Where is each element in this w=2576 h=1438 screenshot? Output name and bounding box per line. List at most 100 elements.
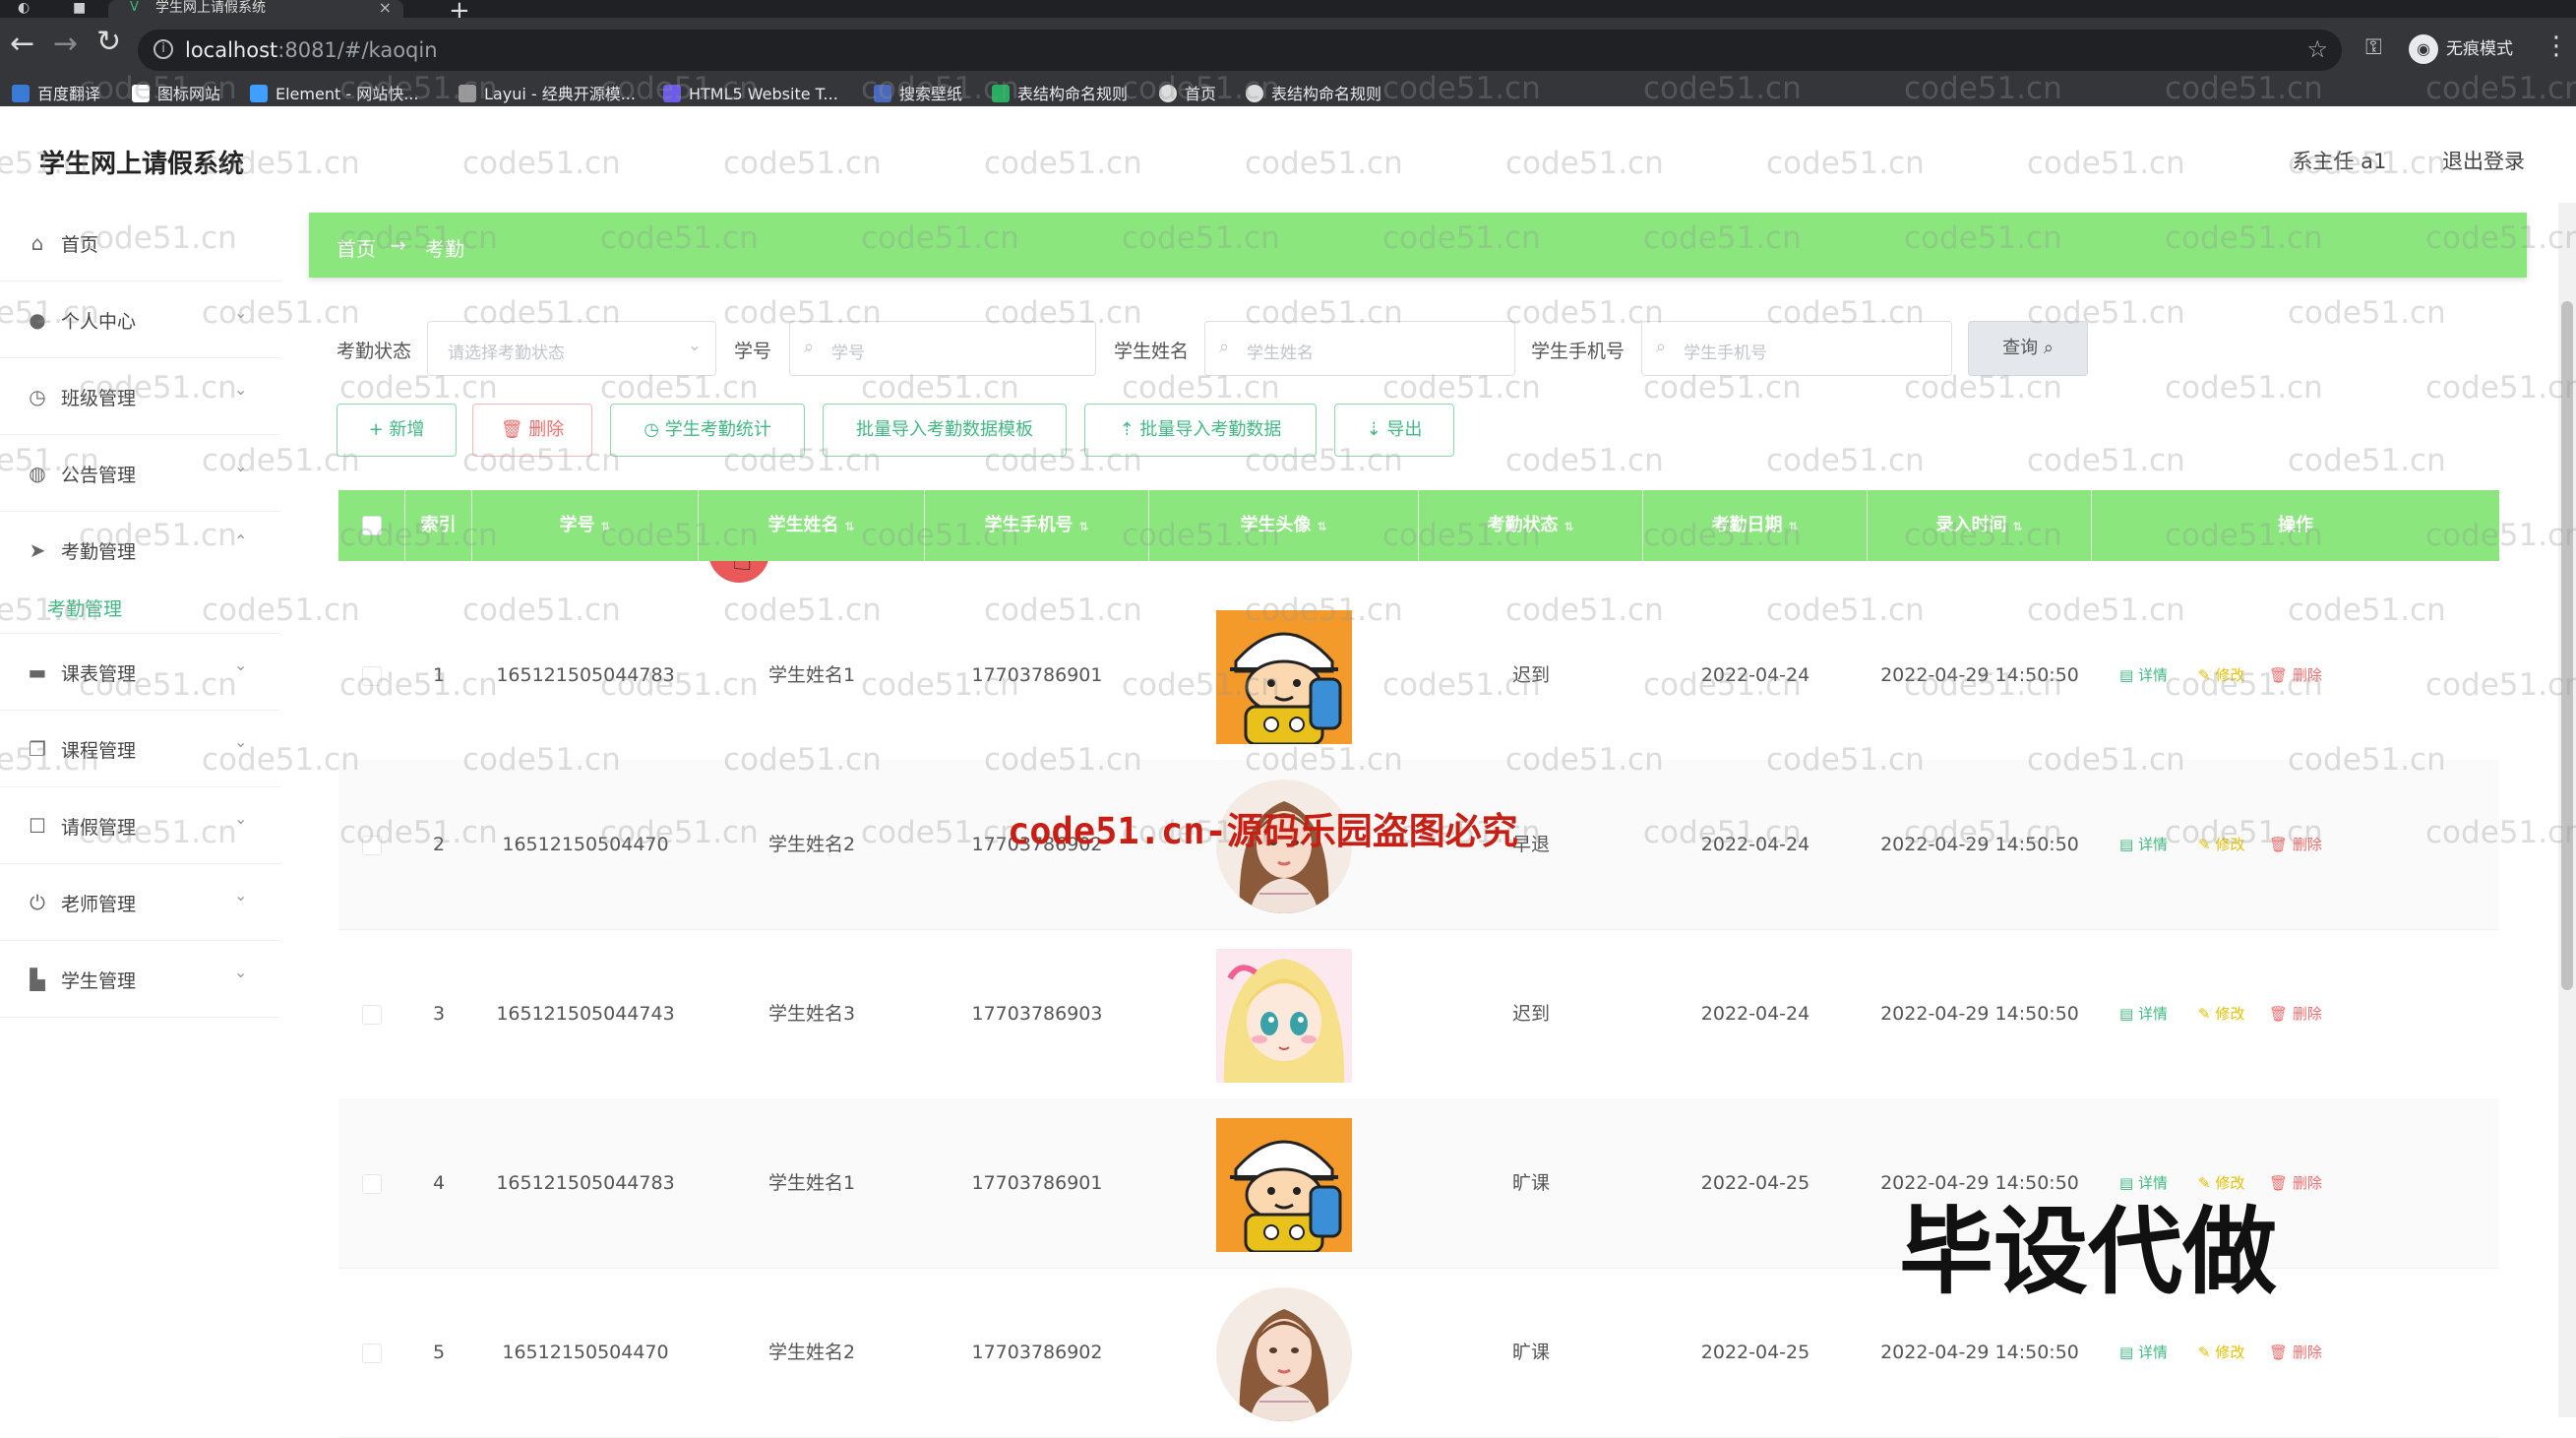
row-checkbox-cell[interactable]: [338, 1268, 405, 1437]
page-scrollbar[interactable]: [2558, 203, 2576, 1417]
sidebar-item-notice[interactable]: ◍ 公告管理 ⌄: [0, 435, 280, 512]
col-header[interactable]: 录入时间 ⇅: [1868, 490, 2092, 561]
scrollbar-thumb[interactable]: [2561, 301, 2573, 990]
add-button[interactable]: + 新增: [337, 404, 457, 457]
edit-button[interactable]: ✎ 修改: [2198, 1342, 2244, 1362]
row-checkbox-cell[interactable]: [338, 591, 405, 760]
cell-student-name: 学生姓名2: [767, 1342, 856, 1363]
col-header[interactable]: 学号 ⇅: [472, 490, 699, 561]
bookmark-item[interactable]: 表结构命名规则: [992, 85, 1128, 104]
row-checkbox-cell[interactable]: [338, 929, 405, 1098]
sort-icon[interactable]: ⇅: [1078, 520, 1088, 533]
cell-attendance-date: 2022-04-24: [1700, 1003, 1810, 1025]
sort-icon[interactable]: ⇅: [2012, 520, 2022, 533]
detail-button[interactable]: ▤ 详情: [2119, 664, 2168, 685]
row-checkbox[interactable]: [362, 1343, 382, 1363]
row-delete-button-label: 删除: [2292, 1344, 2322, 1361]
row-checkbox[interactable]: [362, 1173, 382, 1194]
import-data-button[interactable]: ⇡ 批量导入考勤数据: [1084, 404, 1317, 457]
edit-button[interactable]: ✎ 修改: [2198, 664, 2244, 685]
key-icon[interactable]: ⚿: [2365, 35, 2382, 60]
row-checkbox-cell[interactable]: [338, 1098, 405, 1268]
sort-icon[interactable]: ⇅: [1788, 520, 1798, 533]
select-all-checkbox-cell[interactable]: [338, 490, 405, 561]
sort-icon[interactable]: ⇅: [1564, 520, 1573, 533]
forward-button[interactable]: →: [53, 30, 78, 59]
import-template-button[interactable]: 批量导入考勤数据模板: [823, 404, 1067, 457]
close-tab-icon[interactable]: ×: [379, 0, 392, 16]
bookmark-item[interactable]: HTML5 Website T...: [663, 85, 838, 104]
detail-button[interactable]: ▤ 详情: [2119, 1342, 2168, 1362]
sidebar-item-student[interactable]: ▙ 学生管理 ⌄: [0, 941, 280, 1018]
edit-button[interactable]: ✎ 修改: [2198, 834, 2244, 854]
address-bar[interactable]: i localhost:8081/#/kaoqin ☆: [138, 30, 2342, 71]
bookmark-item[interactable]: 表结构命名规则: [1246, 85, 1381, 104]
bookmark-star-icon[interactable]: ☆: [2306, 35, 2328, 63]
row-checkbox[interactable]: [362, 1004, 382, 1025]
row-checkbox-cell[interactable]: [338, 760, 405, 929]
browser-menu-icon[interactable]: ◐: [18, 0, 30, 16]
browser-menu-kebab-icon[interactable]: ⋮: [2544, 31, 2569, 61]
sidebar-item-course[interactable]: ❐ 课程管理 ⌄: [0, 711, 280, 787]
sidebar-item-attendance[interactable]: ➤ 考勤管理 ⌃ 考勤管理: [0, 512, 280, 634]
row-delete-button[interactable]: 🗑 删除: [2269, 664, 2322, 685]
search-icon: ⌕: [2043, 338, 2054, 358]
sort-icon[interactable]: ⇅: [844, 520, 854, 533]
bookmark-item[interactable]: Element - 网站快...: [250, 85, 418, 104]
row-delete-button[interactable]: 🗑 删除: [2269, 1003, 2322, 1024]
trash-icon: 🗑: [2269, 1344, 2293, 1361]
bookmark-item[interactable]: Layui - 经典开源模...: [459, 85, 636, 104]
col-header[interactable]: 考勤日期 ⇅: [1643, 490, 1868, 561]
student-id-input[interactable]: ⌕ 学号: [789, 321, 1096, 376]
sidebar-item-label: 公告管理: [61, 465, 137, 486]
sidebar-item-home[interactable]: ⌂ 首页: [0, 205, 280, 281]
query-button[interactable]: 查询 ⌕: [1968, 321, 2088, 376]
sidebar-item-leave[interactable]: ☐ 请假管理 ⌄: [0, 787, 280, 864]
bookmark-item[interactable]: 搜索壁纸: [874, 85, 962, 104]
student-name-input[interactable]: ⌕ 学生姓名: [1204, 321, 1515, 376]
sidebar-item-class[interactable]: ◷ 班级管理 ⌄: [0, 358, 280, 435]
row-delete-button[interactable]: 🗑 删除: [2269, 1342, 2322, 1362]
select-all-checkbox[interactable]: [361, 516, 382, 535]
back-button[interactable]: ←: [10, 30, 34, 59]
site-info-icon[interactable]: i: [153, 39, 173, 59]
detail-button[interactable]: ▤ 详情: [2119, 1003, 2168, 1024]
edit-button[interactable]: ✎ 修改: [2198, 1003, 2244, 1024]
bookmark-item[interactable]: 图标网站: [132, 85, 220, 104]
attendance-stats-button[interactable]: ◷ 学生考勤统计: [610, 404, 805, 457]
sidebar-item-profile[interactable]: ● 个人中心 ⌄: [0, 281, 280, 358]
trash-icon: 🗑: [2269, 666, 2293, 684]
delete-button[interactable]: 🗑 删除: [472, 404, 592, 457]
status-select[interactable]: 请选择考勤状态 ⌄: [427, 321, 716, 376]
sidebar-item-label: 个人中心: [61, 311, 137, 333]
vue-favicon-icon: V: [130, 0, 139, 15]
breadcrumb-home[interactable]: 首页: [337, 233, 376, 262]
col-header[interactable]: 考勤状态 ⇅: [1419, 490, 1643, 561]
sidebar-item-timetable[interactable]: ▬ 课表管理 ⌄: [0, 634, 280, 711]
sort-icon[interactable]: ⇅: [600, 520, 610, 533]
status-filter-label: 考勤状态: [337, 341, 412, 362]
sidebar-subitem-attendance[interactable]: 考勤管理: [47, 594, 122, 621]
col-header[interactable]: 学生头像 ⇅: [1149, 490, 1419, 561]
edit-icon: ✎: [2198, 1344, 2216, 1361]
logout-link[interactable]: 退出登录: [2442, 150, 2525, 173]
row-checkbox[interactable]: [362, 665, 382, 686]
cell-student-name: 学生姓名2: [767, 834, 856, 855]
col-header[interactable]: 学生姓名 ⇅: [699, 490, 925, 561]
bookmark-item[interactable]: 首页: [1159, 85, 1216, 104]
export-button[interactable]: ⇣ 导出: [1334, 404, 1454, 457]
row-delete-button[interactable]: 🗑 删除: [2269, 834, 2322, 854]
row-checkbox[interactable]: [362, 835, 382, 855]
student-avatar: [1216, 1118, 1352, 1254]
col-header[interactable]: 学生手机号 ⇅: [925, 490, 1149, 561]
student-phone-input[interactable]: ⌕ 学生手机号: [1641, 321, 1952, 376]
browser-tab[interactable]: V 学生网上请假系统 ×: [108, 0, 403, 18]
sidebar-item-teacher[interactable]: ⏻ 老师管理 ⌄: [0, 864, 280, 941]
bookmark-item[interactable]: 百度翻译: [12, 85, 100, 104]
reload-button[interactable]: ↻: [96, 28, 121, 57]
chevron-down-icon: ⌄: [234, 963, 248, 981]
incognito-indicator[interactable]: ◉ 无痕模式: [2409, 31, 2527, 67]
row-delete-button[interactable]: 🗑 删除: [2269, 1172, 2322, 1193]
sort-icon[interactable]: ⇅: [1317, 520, 1326, 533]
detail-button[interactable]: ▤ 详情: [2119, 834, 2168, 854]
